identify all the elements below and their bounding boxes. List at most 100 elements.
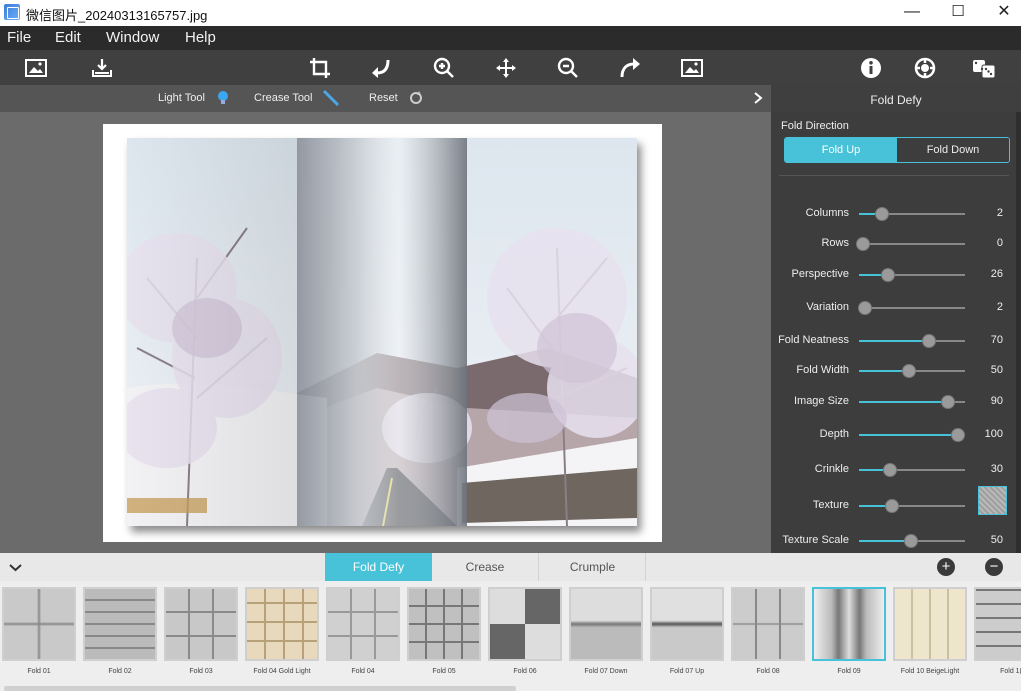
preset-thumbnail[interactable] [812,587,886,661]
preset-label: Fold 1( [1000,668,1021,675]
add-preset-button[interactable]: + [937,558,955,576]
slider-handle[interactable] [901,364,916,378]
slider-handle[interactable] [921,334,936,348]
save-icon[interactable] [88,54,116,82]
folded-photo-preview[interactable] [127,138,637,526]
light-bulb-icon[interactable] [214,89,232,107]
slider-row-perspective: Perspective 26 [771,265,1021,285]
crease-pen-icon[interactable] [322,89,340,107]
chevron-right-icon[interactable] [751,91,765,105]
slider-label: Depth [819,428,849,440]
slider-track[interactable] [858,301,965,315]
menu-file[interactable]: File [7,29,31,46]
preset-thumbnail[interactable] [569,587,643,661]
random-dice-icon[interactable] [970,54,998,82]
close-button[interactable]: ✕ [981,0,1021,26]
slider-handle[interactable] [903,534,918,548]
slider-handle[interactable] [884,499,899,513]
slider-row-image-size: Image Size 90 [771,392,1021,412]
move-icon[interactable] [492,54,520,82]
preset-label: Fold 04 Gold Light [253,668,311,675]
preset-thumbnail[interactable] [893,587,967,661]
slider-label: Rows [821,237,849,249]
preset-thumbnail[interactable] [731,587,805,661]
maximize-button[interactable]: ☐ [935,0,981,26]
slider-label: Fold Width [796,364,849,376]
preset-label: Fold 07 Down [584,668,628,675]
preset-thumbnail[interactable] [245,587,319,661]
reset-icon[interactable] [407,89,425,107]
panel-header: Fold Defy [771,85,1021,112]
preset-thumbnail[interactable] [164,587,238,661]
slider-value: 90 [990,395,1003,407]
reset-label[interactable]: Reset [369,92,398,104]
slider-handle[interactable] [875,207,890,221]
slider-row-variation: Variation 2 [771,298,1021,318]
preset-thumbnails: Fold 01 Fold 02 Fold 03 Fold 04 Gold Light F… [0,581,1021,691]
slider-row-texture-scale: Texture Scale 50 [771,531,1021,551]
slider-track[interactable] [859,268,965,282]
light-tool-label[interactable]: Light Tool [158,92,205,104]
slider-track[interactable] [859,207,965,221]
fold-up-button[interactable]: Fold Up [785,138,897,162]
tab-crumple[interactable]: Crumple [540,553,646,581]
zoom-in-icon[interactable] [430,54,458,82]
slider-label: Variation [806,301,849,313]
fold-direction-label: Fold Direction [781,120,849,132]
crease-tool-label[interactable]: Crease Tool [254,92,313,104]
slider-handle[interactable] [941,395,956,409]
chevron-down-icon[interactable] [9,561,22,574]
thumbnails-scrollbar[interactable] [4,686,516,691]
preset-label: Fold 06 [513,668,537,675]
fold-defy-panel: Fold Direction Fold Up Fold Down Columns… [771,112,1021,553]
slider-track[interactable] [859,364,965,378]
remove-preset-button[interactable]: − [985,558,1003,576]
preset-thumbnail[interactable] [2,587,76,661]
app-icon [4,4,20,20]
menu-edit[interactable]: Edit [55,29,81,46]
slider-handle[interactable] [880,268,895,282]
fold-down-button[interactable]: Fold Down [897,138,1009,162]
slider-value: 2 [996,207,1003,219]
panel-scrollbar[interactable] [1016,112,1021,553]
fit-image-icon[interactable] [678,54,706,82]
preset-thumbnail[interactable] [974,587,1021,661]
slider-handle[interactable] [856,237,871,251]
slider-track[interactable] [859,463,965,477]
slider-handle[interactable] [858,301,873,315]
menu-window[interactable]: Window [106,29,159,46]
menu-help[interactable]: Help [185,29,216,46]
slider-track[interactable] [859,534,965,548]
slider-label: Columns [805,207,849,219]
preset-thumbnail[interactable] [83,587,157,661]
preset-thumbnail[interactable] [650,587,724,661]
slider-track[interactable] [859,428,965,442]
rotate-left-icon[interactable] [367,54,395,82]
zoom-out-icon[interactable] [554,54,582,82]
tab-fold-defy[interactable]: Fold Defy [325,553,432,581]
tab-crease[interactable]: Crease [432,553,539,581]
preset-thumbnail[interactable] [326,587,400,661]
preset-thumbnail[interactable] [407,587,481,661]
info-icon[interactable] [857,54,885,82]
slider-handle[interactable] [882,463,897,477]
preset-label: Fold 03 [189,668,213,675]
slider-track[interactable] [859,334,965,348]
crop-icon[interactable] [306,54,334,82]
texture-swatch[interactable] [978,486,1007,515]
preset-thumbnail[interactable] [488,587,562,661]
open-image-icon[interactable] [22,54,50,82]
window-title: 微信图片_20240313165757.jpg [26,8,208,23]
settings-icon[interactable] [911,54,939,82]
preset-label: Fold 10 BeigeLight [900,668,960,675]
slider-track[interactable] [856,237,965,251]
minimize-button[interactable]: — [889,0,935,26]
divider [779,175,1009,176]
slider-track[interactable] [859,395,965,409]
slider-row-columns: Columns 2 [771,204,1021,224]
title-bar: 微信图片_20240313165757.jpg — ☐ ✕ [0,0,1021,26]
slider-track[interactable] [859,499,965,513]
slider-handle[interactable] [950,428,965,442]
preset-label: Fold 04 [351,668,375,675]
rotate-right-icon[interactable] [616,54,644,82]
